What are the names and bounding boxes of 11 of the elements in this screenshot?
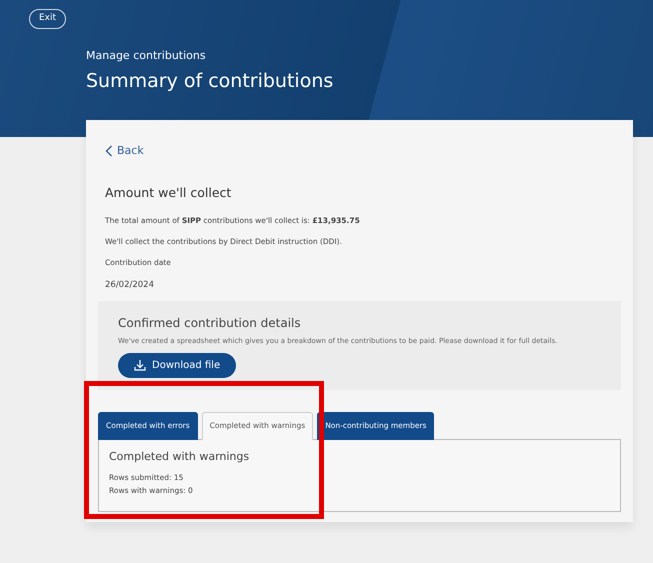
page-subtitle: Manage contributions: [86, 48, 207, 64]
chevron-left-icon: [105, 145, 113, 157]
download-button[interactable]: Download file: [118, 352, 236, 378]
back-link[interactable]: Back: [105, 142, 144, 160]
section-heading: Amount we'll collect: [105, 184, 232, 202]
date-value: 26/02/2024: [105, 278, 155, 292]
exit-button[interactable]: Exit: [29, 9, 66, 28]
page-title: Summary of contributions: [86, 68, 334, 94]
download-icon: [134, 359, 146, 372]
details-heading: Confirmed contribution details: [118, 315, 302, 332]
panel-heading: Completed with warnings: [109, 448, 250, 464]
